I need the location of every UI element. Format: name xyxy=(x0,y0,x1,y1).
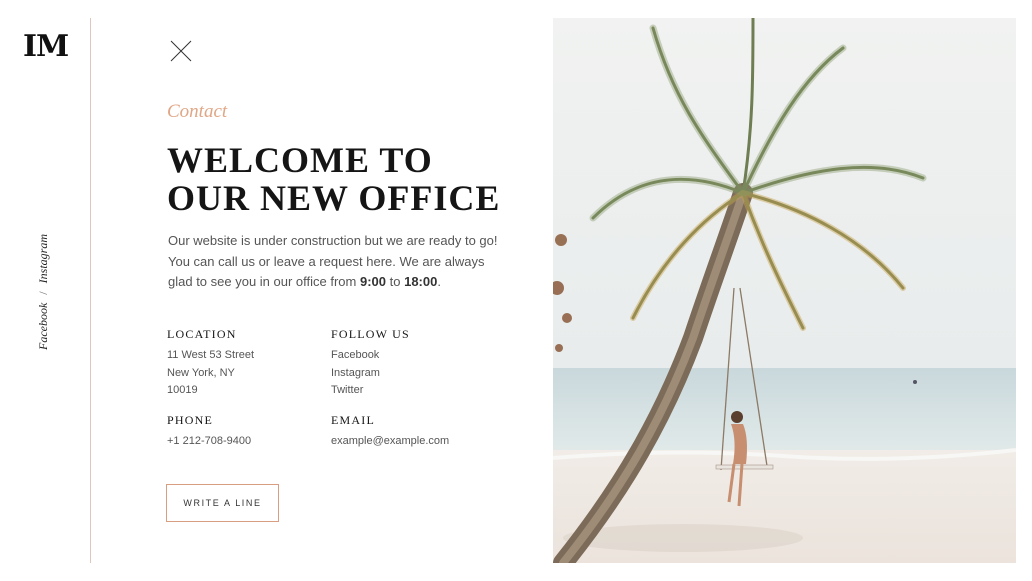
email-heading: EMAIL xyxy=(331,413,375,427)
address-line: New York, NY xyxy=(167,366,235,379)
hero-photo xyxy=(553,18,1016,563)
follow-link-twitter[interactable]: Twitter xyxy=(331,382,410,400)
close-icon[interactable] xyxy=(170,40,192,62)
address-line: 10019 xyxy=(167,384,198,396)
follow-link-facebook[interactable]: Facebook xyxy=(331,347,410,365)
phone-block: PHONE +1 212-708-9400 xyxy=(167,413,251,451)
hours-to: 18:00 xyxy=(404,274,438,289)
social-separator: / xyxy=(36,291,50,295)
hours-from: 9:00 xyxy=(359,274,387,289)
rail-divider xyxy=(90,18,91,563)
hours-to-word: to xyxy=(386,274,405,289)
brand-logo[interactable]: IM xyxy=(23,30,69,64)
page-title: WELCOME TO OUR NEW OFFICE xyxy=(167,141,500,217)
write-a-line-button[interactable]: WRITE A LINE xyxy=(166,484,279,522)
email-block: EMAIL example@example.com xyxy=(331,413,449,451)
phone-heading: PHONE xyxy=(167,413,214,427)
social-link-facebook[interactable]: Facebook xyxy=(36,303,50,350)
location-block: LOCATION 11 West 53 Street New York, NY … xyxy=(167,327,254,400)
intro-text: Our website is under construction but we… xyxy=(168,233,498,289)
follow-link-instagram[interactable]: Instagram xyxy=(331,365,410,383)
address-line: 11 West 53 Street xyxy=(167,349,255,361)
social-links: Facebook / Instagram xyxy=(36,234,51,350)
social-link-instagram[interactable]: Instagram xyxy=(36,234,50,283)
side-rail: IM Facebook / Instagram xyxy=(0,0,91,581)
follow-block: FOLLOW US Facebook Instagram Twitter xyxy=(331,327,410,400)
location-heading: LOCATION xyxy=(167,327,237,341)
phone-link[interactable]: +1 212-708-9400 xyxy=(167,433,251,451)
hours-end: . xyxy=(437,274,441,289)
section-kicker: Contact xyxy=(167,101,228,122)
intro-paragraph: Our website is under construction but we… xyxy=(168,231,498,293)
headline-line-2: OUR NEW OFFICE xyxy=(167,178,501,218)
email-link[interactable]: example@example.com xyxy=(331,433,449,451)
headline-line-1: WELCOME TO xyxy=(167,140,433,180)
follow-heading: FOLLOW US xyxy=(331,327,410,341)
